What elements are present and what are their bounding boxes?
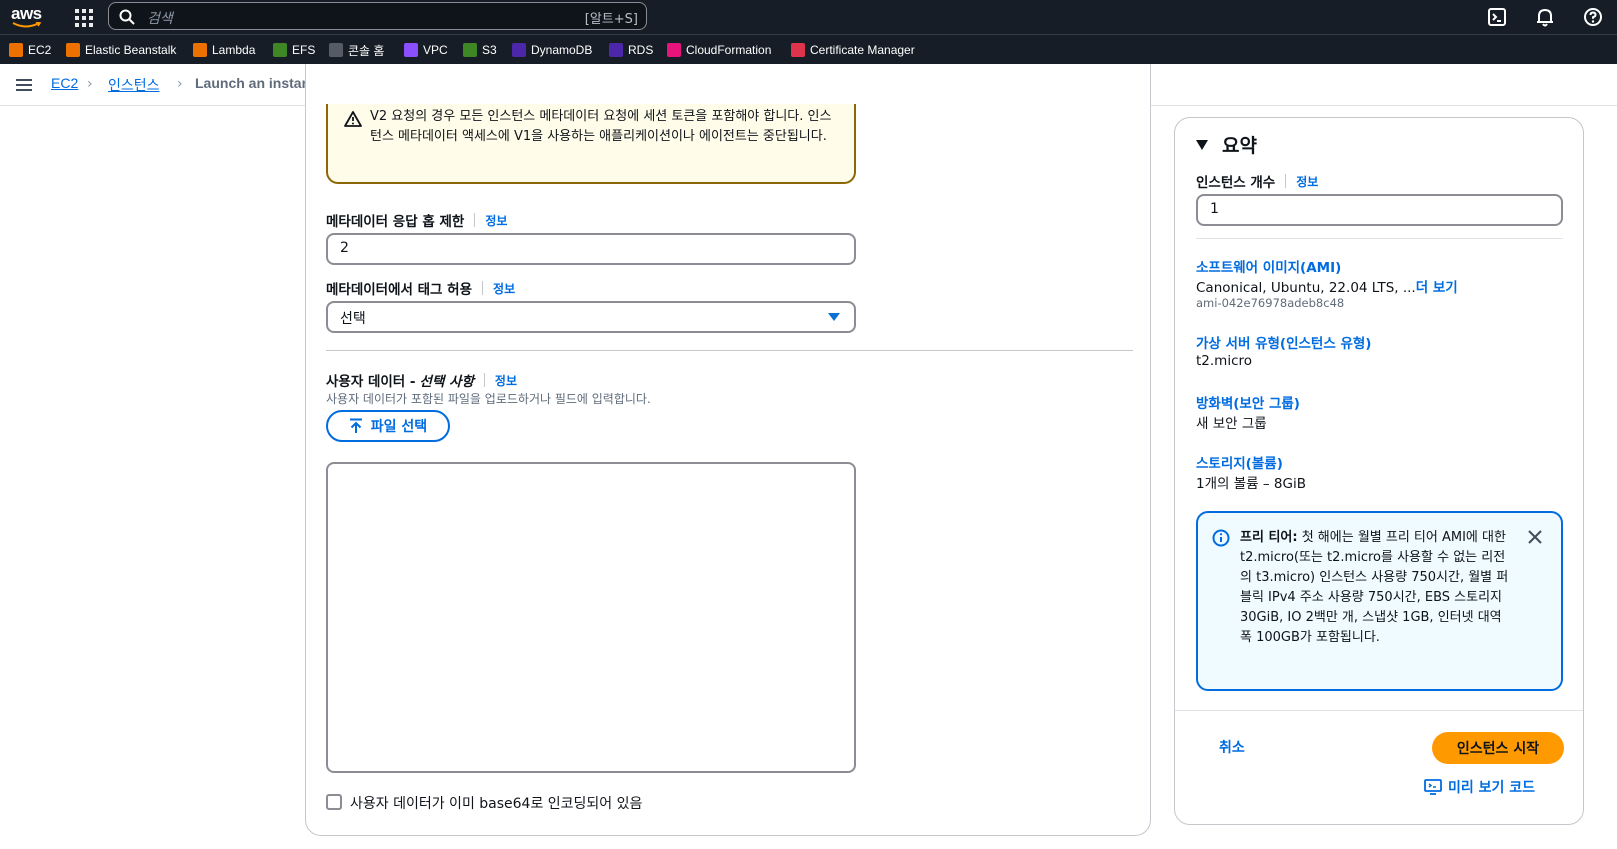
divider bbox=[326, 350, 1133, 351]
ami-link[interactable]: 소프트웨어 이미지(AMI) bbox=[1196, 256, 1341, 276]
storage-link[interactable]: 스토리지(볼륨) bbox=[1196, 452, 1283, 472]
favorite-cloudformation[interactable]: CloudFormation bbox=[667, 42, 771, 58]
instance-type-link[interactable]: 가상 서버 유형(인스턴스 유형) bbox=[1196, 332, 1371, 352]
warning-icon bbox=[344, 111, 362, 127]
user-data-label: 사용자 데이터 - 선택 사항 정보 bbox=[326, 372, 518, 390]
favorite-vpc[interactable]: VPC bbox=[404, 42, 448, 58]
close-icon[interactable] bbox=[1527, 529, 1543, 545]
base64-checkbox-label: 사용자 데이터가 이미 base64로 인코딩되어 있음 bbox=[350, 796, 643, 812]
favorite-console-home[interactable]: 콘솔 홈 bbox=[329, 42, 384, 58]
rds-icon bbox=[609, 43, 623, 57]
aws-logo[interactable]: aws bbox=[10, 4, 44, 30]
chevron-right-icon: › bbox=[177, 76, 183, 92]
code-preview-icon bbox=[1424, 779, 1442, 795]
breadcrumb-instances[interactable]: 인스턴스 bbox=[108, 75, 160, 95]
user-data-description: 사용자 데이터가 포함된 파일을 업로드하거나 필드에 입력합니다. bbox=[326, 392, 651, 406]
notifications-bell-icon[interactable] bbox=[1534, 6, 1556, 28]
caret-down-icon bbox=[828, 313, 840, 321]
base64-checkbox[interactable] bbox=[326, 794, 342, 810]
search-placeholder: 검색 bbox=[147, 11, 173, 27]
favorite-dynamodb[interactable]: DynamoDB bbox=[512, 42, 592, 58]
caret-down-icon bbox=[1196, 139, 1208, 150]
free-tier-text: 프리 티어: 첫 해에는 월별 프리 티어 AMI에 대한 t2.micro(또… bbox=[1240, 530, 1509, 645]
instance-count-input[interactable]: 1 bbox=[1196, 194, 1563, 226]
instance-count-info-link[interactable]: 정보 bbox=[1296, 173, 1318, 190]
cloudformation-icon bbox=[667, 43, 681, 57]
warning-text: V2 요청의 경우 모든 인스턴스 메타데이터 요청에 세션 토큰을 포함해야 … bbox=[370, 109, 832, 144]
preview-code-button[interactable]: 미리 보기 코드 bbox=[1424, 777, 1535, 797]
allow-tags-info-link[interactable]: 정보 bbox=[493, 280, 515, 297]
search-icon bbox=[119, 9, 135, 25]
launch-instance-button[interactable]: 인스턴스 시작 bbox=[1432, 732, 1564, 764]
favorite-ec2[interactable]: EC2 bbox=[9, 42, 51, 58]
metadata-v2-warning: V2 요청의 경우 모든 인스턴스 메타데이터 요청에 세션 토큰을 포함해야 … bbox=[326, 104, 856, 184]
elastic-beanstalk-icon bbox=[66, 43, 80, 57]
upload-icon bbox=[349, 418, 362, 433]
info-icon bbox=[1212, 529, 1230, 547]
hop-limit-input[interactable]: 2 bbox=[326, 233, 856, 265]
hop-limit-label: 메타데이터 응답 홉 제한 정보 bbox=[326, 212, 508, 230]
summary-header[interactable]: 요약 bbox=[1196, 131, 1257, 158]
divider bbox=[1175, 710, 1583, 711]
services-grid-icon[interactable] bbox=[73, 7, 93, 27]
choose-file-button[interactable]: 파일 선택 bbox=[326, 410, 450, 442]
vpc-icon bbox=[404, 43, 418, 57]
lambda-icon bbox=[193, 43, 207, 57]
cloudshell-icon[interactable] bbox=[1486, 6, 1508, 28]
ami-value: Canonical, Ubuntu, 22.04 LTS, ...더 보기 bbox=[1196, 280, 1458, 296]
favorite-elastic-beanstalk[interactable]: Elastic Beanstalk bbox=[66, 42, 176, 58]
breadcrumb-ec2[interactable]: EC2 bbox=[51, 75, 78, 91]
search-shortcut: [알트+S] bbox=[584, 12, 638, 27]
ami-id: ami-042e76978adeb8c48 bbox=[1196, 296, 1345, 310]
certificate-manager-icon bbox=[791, 43, 805, 57]
cancel-button[interactable]: 취소 bbox=[1219, 737, 1245, 757]
hop-limit-info-link[interactable]: 정보 bbox=[485, 212, 507, 229]
favorite-efs[interactable]: EFS bbox=[273, 42, 315, 58]
menu-hamburger-icon[interactable] bbox=[16, 79, 32, 91]
allow-tags-label: 메타데이터에서 태그 허용 정보 bbox=[326, 280, 516, 298]
ami-more-link[interactable]: 더 보기 bbox=[1416, 280, 1458, 296]
s3-icon bbox=[463, 43, 477, 57]
divider bbox=[1196, 238, 1563, 239]
user-data-info-link[interactable]: 정보 bbox=[495, 372, 517, 389]
free-tier-alert: 프리 티어: 첫 해에는 월별 프리 티어 AMI에 대한 t2.micro(또… bbox=[1196, 511, 1563, 691]
favorites-bar: EC2 Elastic Beanstalk Lambda EFS 콘솔 홈 VP… bbox=[0, 34, 1617, 64]
firewall-link[interactable]: 방화벽(보안 그룹) bbox=[1196, 392, 1300, 412]
favorite-rds[interactable]: RDS bbox=[609, 42, 653, 58]
instance-count-label: 인스턴스 개수 정보 bbox=[1196, 173, 1319, 191]
top-navigation: aws 검색 [알트+S] bbox=[0, 0, 1617, 34]
favorite-s3[interactable]: S3 bbox=[463, 42, 497, 58]
ec2-icon bbox=[9, 43, 23, 57]
favorite-certificate-manager[interactable]: Certificate Manager bbox=[791, 42, 915, 58]
dynamodb-icon bbox=[512, 43, 526, 57]
chevron-right-icon: › bbox=[87, 76, 93, 92]
favorite-lambda[interactable]: Lambda bbox=[193, 42, 255, 58]
firewall-value: 새 보안 그룹 bbox=[1196, 416, 1267, 432]
console-home-icon bbox=[329, 43, 343, 57]
instance-type-value: t2.micro bbox=[1196, 353, 1253, 369]
user-data-textarea[interactable] bbox=[326, 462, 856, 773]
search-bar[interactable]: 검색 [알트+S] bbox=[108, 2, 647, 30]
storage-value: 1개의 볼륨 – 8GiB bbox=[1196, 476, 1306, 492]
help-icon[interactable] bbox=[1582, 6, 1604, 28]
allow-tags-select[interactable]: 선택 bbox=[326, 301, 856, 333]
efs-icon bbox=[273, 43, 287, 57]
